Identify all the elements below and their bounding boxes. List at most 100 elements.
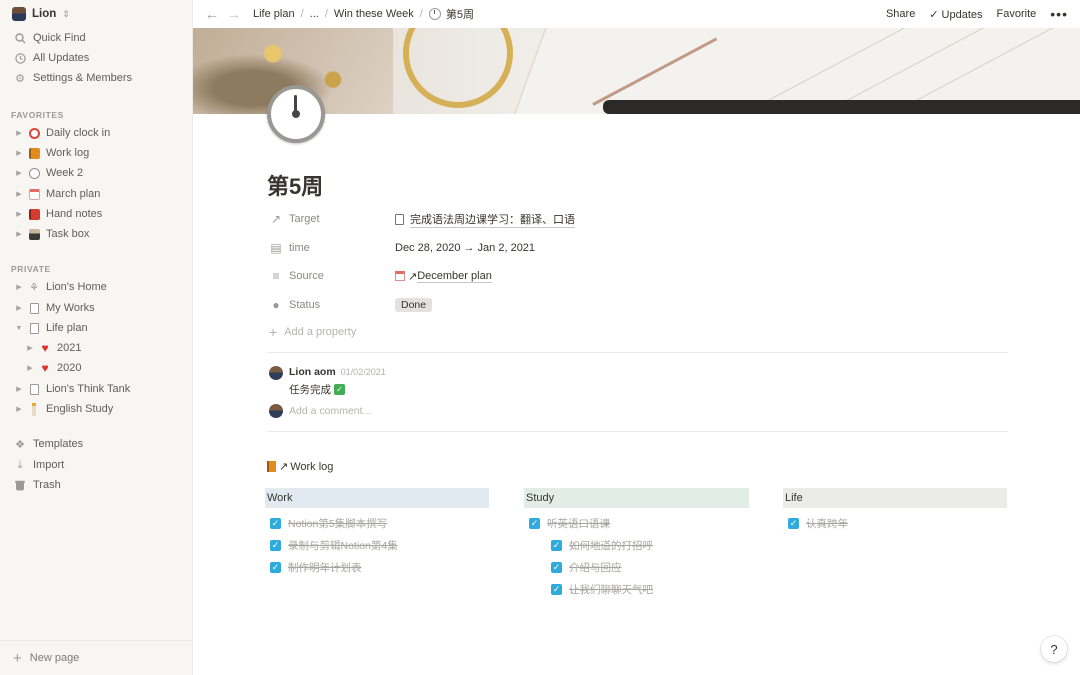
topbar: ← → Life plan / ... / Win these Week / 第… [193,0,1080,28]
workspace-switcher[interactable]: Lion ⇕ [12,5,70,23]
checkbox-checked-icon[interactable]: ✓ [529,517,540,529]
sidebar-item-2020[interactable]: ▶ ♥ 2020 [0,358,193,378]
caret-right-icon[interactable]: ▶ [13,385,25,393]
page-clock-icon[interactable] [267,85,325,143]
alarm-clock-icon [27,126,41,140]
divider [267,431,1008,432]
more-options-icon[interactable]: ••• [1050,6,1068,22]
sidebar-item-import[interactable]: ⤓ Import [0,455,193,475]
topbar-actions: Share ✓ Updates Favorite ••• [886,0,1068,28]
sidebar-item-settings[interactable]: ⚙ Settings & Members [0,68,193,88]
sidebar-item-lions-home[interactable]: ▶ ⚘ Lion's Home [0,277,193,297]
sidebar-item-my-works[interactable]: ▶ My Works [0,298,193,318]
sidebar-item-templates[interactable]: ❖ Templates [0,434,193,454]
red-heart-icon: ♥ [41,361,49,375]
back-arrow-icon[interactable]: ← [205,6,219,22]
property-source[interactable]: ≡ Source ↗ December plan [269,265,1009,287]
todo-item[interactable]: ✓ 如何地道的打招呼 [524,534,749,556]
column-header: Study [524,488,749,508]
sidebar-item-english-study[interactable]: ▶ English Study [0,399,193,419]
add-property-button[interactable]: + Add a property [269,324,356,340]
todo-item[interactable]: ✓ 录制与剪辑Notion第4集 [265,534,489,556]
work-log-link[interactable]: ↗ Work log [267,460,333,473]
favorite-button[interactable]: Favorite [997,8,1037,20]
checkbox-checked-icon[interactable]: ✓ [551,583,562,595]
sidebar-item-lions-think-tank[interactable]: ▶ Lion's Think Tank [0,379,193,399]
sidebar-item-label: Lion's Home [46,281,107,293]
checkbox-checked-icon[interactable]: ✓ [551,561,562,573]
calendar-icon [27,187,41,201]
orange-book-icon [267,461,276,472]
sidebar-item-all-updates[interactable]: All Updates [0,48,193,68]
property-value[interactable]: Done [395,298,433,312]
breadcrumb-item[interactable]: Win these Week [334,8,414,20]
gear-icon: ⚙ [15,72,25,85]
checkbox-checked-icon[interactable]: ✓ [270,517,281,529]
property-time[interactable]: ▤ time Dec 28, 2020 → Jan 2, 2021 [269,237,1009,259]
property-target[interactable]: ↗ Target 完成语法周边课学习：翻译、口语 [269,208,1009,230]
caret-right-icon[interactable]: ▶ [13,304,25,312]
work-log-title: Work log [290,460,334,473]
breadcrumb-item[interactable]: ... [310,8,319,20]
caret-right-icon[interactable]: ▶ [24,364,36,372]
sidebar-item-week-2[interactable]: ▶ Week 2 [0,163,193,183]
caret-right-icon[interactable]: ▶ [13,210,25,218]
relation-arrow-icon: ↗ [270,212,282,226]
sidebar-item-2021[interactable]: ▶ ♥ 2021 [0,338,193,358]
sidebar-item-label: Templates [33,438,84,450]
caret-down-icon[interactable]: ▼ [13,325,25,332]
todo-item[interactable]: ✓ 介绍与回应 [524,556,749,578]
checkbox-checked-icon[interactable]: ✓ [551,539,562,551]
updates-button[interactable]: ✓ Updates [929,8,982,21]
share-button[interactable]: Share [886,8,915,20]
link-arrow-icon: ↗ [279,461,289,473]
breadcrumb-item-current[interactable]: 第5周 [428,6,474,22]
sidebar-item-trash[interactable]: Trash [0,475,193,495]
new-page-button[interactable]: + New page [0,640,193,675]
caret-right-icon[interactable]: ▶ [24,344,36,352]
page-cover-image[interactable] [193,28,1080,114]
checkbox-checked-icon[interactable]: ✓ [788,517,799,529]
caret-right-icon[interactable]: ▶ [13,190,25,198]
checkbox-checked-icon[interactable]: ✓ [270,539,281,551]
caret-right-icon[interactable]: ▶ [13,129,25,137]
sidebar-item-march-plan[interactable]: ▶ March plan [0,184,193,204]
caret-right-icon[interactable]: ▶ [13,283,25,291]
comment-timestamp: 01/02/2021 [340,367,386,377]
sidebar-item-hand-notes[interactable]: ▶ Hand notes [0,204,193,224]
sidebar-item-daily-clock-in[interactable]: ▶ Daily clock in [0,123,193,143]
todo-item[interactable]: ✓ 让我们聊聊天气吧 [524,578,749,600]
sidebar-item-label: 2020 [57,362,82,374]
property-value[interactable]: ↗ December plan [395,270,492,283]
help-button[interactable]: ? [1041,636,1067,662]
property-status[interactable]: ● Status Done [269,294,1009,316]
add-comment-input[interactable]: Add a comment... [269,404,371,418]
property-value[interactable]: Dec 28, 2020 → Jan 2, 2021 [395,242,535,254]
todo-item[interactable]: ✓ 听英语口语课 [524,512,749,534]
sidebar-item-task-box[interactable]: ▶ Task box [0,224,193,244]
todo-item[interactable]: ✓ 制作明年计划表 [265,556,489,578]
sidebar-item-label: Trash [33,479,61,491]
select-icon: ● [272,298,280,312]
clock-face-icon [27,166,41,180]
sidebar-item-label: Hand notes [46,208,103,220]
caret-right-icon[interactable]: ▶ [13,149,25,157]
column-life: Life ✓ 认真跨年 [783,488,1007,534]
page-title[interactable]: 第5周 [267,169,323,201]
sidebar-item-label: All Updates [33,52,90,64]
property-value[interactable]: 完成语法周边课学习：翻译、口语 [395,211,575,228]
sidebar-item-life-plan[interactable]: ▼ Life plan [0,318,193,338]
sidebar-item-work-log[interactable]: ▶ Work log [0,143,193,163]
breadcrumb-item[interactable]: Life plan [253,8,295,20]
caret-right-icon[interactable]: ▶ [13,169,25,177]
checkbox-checked-icon[interactable]: ✓ [270,561,281,573]
checkmark-icon: ✓ [929,8,939,21]
sidebar-item-quick-find[interactable]: Quick Find [0,28,193,48]
todo-item[interactable]: ✓ Notion第5集脚本撰写 [265,512,489,534]
red-heart-icon: ♥ [41,341,49,355]
caret-right-icon[interactable]: ▶ [13,230,25,238]
todo-item[interactable]: ✓ 认真跨年 [783,512,1007,534]
property-name: time [289,242,310,254]
forward-arrow-icon[interactable]: → [227,6,241,22]
caret-right-icon[interactable]: ▶ [13,405,25,413]
